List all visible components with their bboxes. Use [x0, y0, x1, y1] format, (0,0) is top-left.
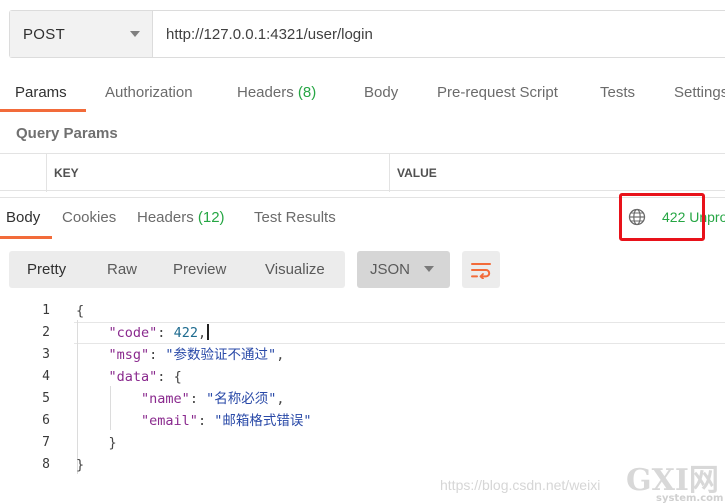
tab-headers-count: (8) — [297, 84, 317, 101]
json-key: "email" — [141, 413, 198, 429]
method-select[interactable]: POST — [10, 11, 153, 57]
format-label: JSON — [370, 261, 411, 278]
params-checkbox-column — [0, 154, 46, 192]
view-raw-button[interactable]: Raw — [107, 261, 137, 278]
site-logo: GXI网 system.com — [626, 463, 723, 503]
response-tab-headers-label: Headers — [137, 209, 194, 226]
line-number: 7 — [42, 435, 50, 450]
code-line: 1 { — [0, 300, 725, 322]
wrap-lines-icon — [471, 262, 491, 279]
tab-headers[interactable]: Headers (8) — [237, 84, 316, 101]
view-visualize-button[interactable]: Visualize — [265, 261, 325, 278]
watermark-url: https://blog.csdn.net/weixi — [440, 477, 601, 493]
text-cursor — [207, 324, 209, 340]
line-number: 5 — [42, 391, 50, 406]
code-line: 3 "msg": "参数验证不通过", — [0, 344, 725, 366]
json-punct: , — [276, 391, 285, 407]
method-label: POST — [23, 25, 66, 43]
tab-authorization[interactable]: Authorization — [105, 84, 193, 101]
code-line: 2 "code": 422, — [0, 322, 725, 344]
json-punct: , — [197, 325, 207, 341]
json-key: "code" — [108, 325, 158, 341]
params-table-header: KEY VALUE — [0, 153, 725, 192]
line-number: 2 — [42, 325, 50, 340]
chevron-down-icon — [424, 266, 434, 272]
wrap-lines-button[interactable] — [462, 251, 500, 288]
query-params-title: Query Params — [16, 125, 118, 142]
response-tabs: Body Cookies Headers (12) Test Results 4… — [0, 193, 725, 241]
tab-body[interactable]: Body — [364, 84, 398, 101]
tab-tests[interactable]: Tests — [600, 84, 635, 101]
json-punct: } — [76, 457, 85, 473]
json-key: "msg" — [108, 347, 150, 363]
active-response-tab-indicator — [0, 236, 52, 239]
json-key: "name" — [141, 391, 190, 407]
column-key: KEY — [46, 154, 389, 192]
logo-sub: system.com — [656, 493, 723, 503]
code-line: 8 } — [0, 454, 725, 476]
json-string: "邮箱格式错误" — [214, 413, 312, 429]
view-pretty-button[interactable]: Pretty — [27, 261, 66, 278]
response-tab-test-results[interactable]: Test Results — [254, 209, 336, 226]
tab-headers-label: Headers — [237, 84, 294, 101]
column-value: VALUE — [389, 154, 725, 192]
json-number: 422 — [173, 325, 198, 341]
response-tab-headers-count: (12) — [197, 209, 225, 226]
status-highlight-box — [619, 193, 705, 241]
line-number: 3 — [42, 347, 50, 362]
tab-params[interactable]: Params — [15, 84, 67, 101]
code-line: 5 "name": "名称必须", — [0, 388, 725, 410]
format-select[interactable]: JSON — [357, 251, 450, 288]
response-tab-body[interactable]: Body — [6, 209, 40, 226]
json-string: "参数验证不通过" — [165, 347, 277, 363]
view-mode-group: Pretty Raw Preview Visualize — [9, 251, 345, 288]
url-input[interactable]: http://127.0.0.1:4321/user/login — [153, 11, 725, 57]
code-line: 6 "email": "邮箱格式错误" — [0, 410, 725, 432]
code-line: 4 "data": { — [0, 366, 725, 388]
view-preview-button[interactable]: Preview — [173, 261, 226, 278]
line-number: 8 — [42, 457, 50, 472]
response-tab-headers[interactable]: Headers (12) — [137, 209, 225, 226]
request-tabs: Params Authorization Headers (8) Body Pr… — [0, 76, 725, 112]
chevron-down-icon — [130, 31, 140, 37]
line-number: 1 — [42, 303, 50, 318]
json-punct: } — [108, 435, 117, 451]
json-string: "名称必须" — [206, 391, 277, 407]
request-bar: POST http://127.0.0.1:4321/user/login — [9, 10, 725, 58]
line-number: 4 — [42, 369, 50, 384]
code-line: 7 } — [0, 432, 725, 454]
line-number: 6 — [42, 413, 50, 428]
tab-settings[interactable]: Settings — [674, 84, 725, 101]
response-body-editor[interactable]: 1 { 2 "code": 422, 3 "msg": "参数验证不通过", 4… — [0, 298, 725, 484]
active-tab-indicator — [0, 109, 86, 112]
response-tab-cookies[interactable]: Cookies — [62, 209, 116, 226]
json-punct: , — [276, 347, 285, 363]
json-key: "data" — [108, 369, 158, 385]
json-punct: { — [173, 369, 182, 385]
tab-pre-request-script[interactable]: Pre-request Script — [437, 84, 558, 101]
